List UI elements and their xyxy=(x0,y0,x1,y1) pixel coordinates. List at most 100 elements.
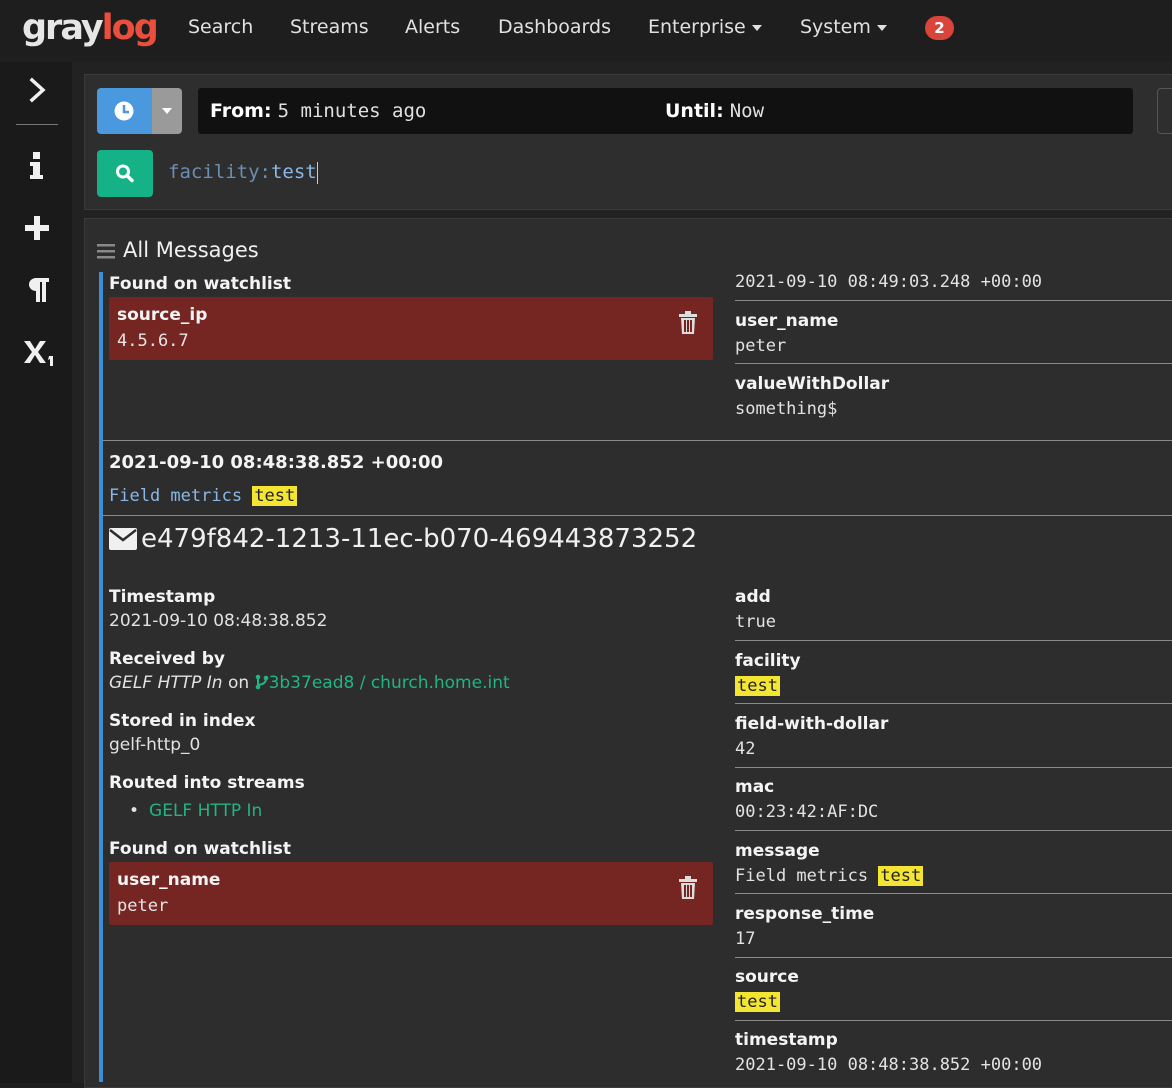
nav-streams[interactable]: Streams xyxy=(290,14,369,40)
graylog-logo[interactable]: graylog xyxy=(22,6,159,50)
received-by-label: Received by xyxy=(109,649,226,669)
msg2-summary[interactable]: Field metrics test xyxy=(109,485,298,507)
field-value[interactable]: something$ xyxy=(735,398,837,420)
nav-dashboards[interactable]: Dashboards xyxy=(498,14,611,40)
watchlist-key: user_name xyxy=(117,870,221,890)
field-highlight: test xyxy=(735,992,780,1012)
subscript-icon[interactable] xyxy=(16,332,58,372)
results-title-text: All Messages xyxy=(123,238,259,262)
field-value[interactable]: Field metrics test xyxy=(735,865,924,887)
top-navbar: graylog Search Streams Alerts Dashboards… xyxy=(0,0,1172,56)
summary-highlight: test xyxy=(252,486,298,506)
field-key[interactable]: message xyxy=(735,840,820,862)
logo-text-gray: gray xyxy=(22,8,104,48)
field-value[interactable]: 2021-09-10 08:48:38.852 +00:00 xyxy=(735,1054,1042,1076)
nav-system-dropdown[interactable]: System xyxy=(800,14,887,40)
trash-icon[interactable] xyxy=(677,311,699,335)
until-value: Now xyxy=(729,100,765,122)
time-range-type-button[interactable] xyxy=(97,88,152,134)
nav-system-label: System xyxy=(800,16,871,38)
from-label: From: xyxy=(210,100,272,122)
field-key[interactable]: facility xyxy=(735,650,801,672)
query-value: test xyxy=(270,161,317,183)
stored-index-label: Stored in index xyxy=(109,711,256,731)
field-divider xyxy=(735,767,1172,768)
hamburger-icon[interactable] xyxy=(97,242,115,260)
until-label: Until: xyxy=(665,100,724,122)
from-value: 5 minutes ago xyxy=(277,100,427,122)
clock-icon xyxy=(114,101,134,121)
watchlist-value: 4.5.6.7 xyxy=(117,331,189,351)
nav-enterprise-label: Enterprise xyxy=(648,16,746,38)
field-key[interactable]: user_name xyxy=(735,310,838,332)
time-range-dropdown[interactable] xyxy=(152,88,182,134)
watchlist-entry: user_name peter xyxy=(109,862,713,925)
chevron-down-icon xyxy=(876,24,887,31)
search-button[interactable] xyxy=(97,150,153,197)
nav-alerts[interactable]: Alerts xyxy=(405,14,460,40)
field-key[interactable]: add xyxy=(735,586,771,608)
msg1-timestamp: 2021-09-10 08:49:03.248 +00:00 xyxy=(735,272,1043,292)
bullet: • xyxy=(129,801,140,821)
watchlist-value: peter xyxy=(117,896,169,916)
field-divider xyxy=(735,640,1172,641)
message-id: e479f842-1213-11ec-b070-469443873252 xyxy=(141,524,698,554)
field-key[interactable]: source xyxy=(735,966,799,988)
field-value[interactable]: true xyxy=(735,611,776,633)
message-divider xyxy=(103,440,1172,441)
field-divider xyxy=(735,957,1172,958)
search-options-button[interactable] xyxy=(1157,88,1172,134)
trash-icon[interactable] xyxy=(677,876,699,900)
logo-text-log: log xyxy=(101,8,159,48)
summary-text: Field metrics xyxy=(109,486,243,506)
nav-search[interactable]: Search xyxy=(188,14,253,40)
watchlist-key: source_ip xyxy=(117,305,208,325)
stream-list-item: • GELF HTTP In xyxy=(129,800,262,822)
time-range-display[interactable]: From: 5 minutes ago Until: Now xyxy=(198,88,1133,134)
field-highlight: test xyxy=(878,866,924,886)
chevron-down-icon xyxy=(751,24,762,31)
field-value[interactable]: 42 xyxy=(735,738,755,760)
field-value[interactable]: test xyxy=(735,675,780,697)
message-divider xyxy=(103,515,1172,516)
chevron-right-icon[interactable] xyxy=(16,70,58,110)
field-key[interactable]: response_time xyxy=(735,903,874,925)
search-panel: From: 5 minutes ago Until: Now facility:… xyxy=(84,74,1172,210)
watchlist-title: Found on watchlist xyxy=(109,839,291,859)
field-text: Field metrics xyxy=(735,866,869,886)
field-key[interactable]: field-with-dollar xyxy=(735,713,888,735)
pilcrow-icon[interactable] xyxy=(16,270,58,310)
nav-enterprise-dropdown[interactable]: Enterprise xyxy=(648,14,762,40)
field-divider xyxy=(735,893,1172,894)
field-key[interactable]: timestamp xyxy=(735,1029,838,1051)
field-value[interactable]: 00:23:42:AF:DC xyxy=(735,801,878,823)
search-icon xyxy=(116,164,134,183)
notification-badge[interactable]: 2 xyxy=(925,16,954,40)
field-value[interactable]: peter xyxy=(735,335,786,357)
field-divider xyxy=(735,300,1172,301)
field-divider xyxy=(735,830,1172,831)
chevron-down-icon xyxy=(162,108,172,114)
timestamp-value: 2021-09-10 08:48:38.852 xyxy=(109,611,328,631)
results-panel: All Messages Found on watchlist source_i… xyxy=(84,218,1172,1088)
timestamp-label: Timestamp xyxy=(109,587,216,607)
node-link[interactable]: 3b37ead8 / church.home.int xyxy=(269,673,510,693)
branch-icon xyxy=(255,674,268,690)
routed-streams-label: Routed into streams xyxy=(109,773,305,793)
text-cursor xyxy=(316,161,318,184)
envelope-icon xyxy=(109,528,137,550)
stream-link[interactable]: GELF HTTP In xyxy=(149,801,262,821)
field-key[interactable]: mac xyxy=(735,776,774,798)
field-divider xyxy=(735,703,1172,704)
plus-icon[interactable] xyxy=(16,208,58,248)
field-value[interactable]: 17 xyxy=(735,928,755,950)
selected-message-indicator xyxy=(99,272,103,1082)
field-divider xyxy=(735,363,1172,364)
field-highlight: test xyxy=(735,676,780,696)
field-key[interactable]: valueWithDollar xyxy=(735,373,889,395)
field-value[interactable]: test xyxy=(735,991,780,1013)
search-query-input[interactable]: facility:test xyxy=(168,157,318,187)
info-icon[interactable] xyxy=(16,146,58,186)
msg2-header-timestamp[interactable]: 2021-09-10 08:48:38.852 +00:00 xyxy=(109,452,443,474)
stored-index-value: gelf-http_0 xyxy=(109,735,201,755)
